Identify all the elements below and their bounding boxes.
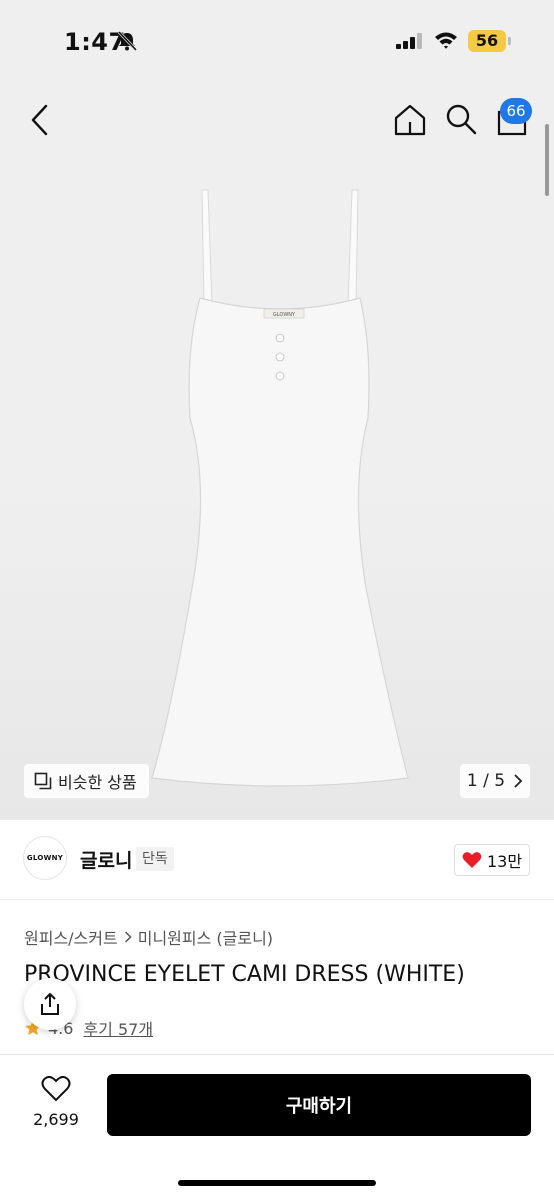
wishlist-button[interactable]: 2,699 bbox=[26, 1075, 86, 1129]
similar-products-button[interactable]: 비슷한 상품 bbox=[24, 764, 149, 798]
wifi-icon bbox=[435, 32, 457, 49]
bottom-action-bar: 2,699 구매하기 bbox=[0, 1054, 554, 1200]
heart-icon bbox=[462, 852, 482, 868]
chevron-right-icon bbox=[124, 931, 132, 943]
copy-icon bbox=[34, 772, 52, 790]
brand-logo[interactable]: GLOWNY bbox=[23, 836, 67, 880]
brand-like-button[interactable]: 13만 bbox=[454, 844, 530, 876]
breadcrumb-subcategory[interactable]: 미니원피스 (글로니) bbox=[138, 925, 273, 949]
search-icon[interactable] bbox=[444, 102, 478, 136]
buy-button[interactable]: 구매하기 bbox=[107, 1074, 531, 1136]
bell-muted-icon bbox=[117, 30, 138, 52]
breadcrumb-category[interactable]: 원피스/스커트 bbox=[24, 925, 118, 949]
share-icon bbox=[41, 993, 59, 1015]
garment-label: GLOWNY bbox=[273, 312, 296, 318]
brand-name[interactable]: 글로니 bbox=[80, 846, 132, 873]
home-indicator bbox=[178, 1180, 376, 1186]
brand-row[interactable]: GLOWNY 글로니 단독 13만 bbox=[0, 820, 554, 900]
scrollbar[interactable] bbox=[545, 124, 549, 196]
status-bar: 1:47 56 bbox=[0, 0, 554, 80]
image-page-text: 1 / 5 bbox=[466, 771, 506, 791]
brand-like-count: 13만 bbox=[486, 852, 523, 871]
home-icon[interactable] bbox=[392, 102, 428, 138]
brand-logo-text: GLOWNY bbox=[26, 854, 64, 862]
back-arrow-icon[interactable] bbox=[24, 102, 56, 138]
heart-outline-icon bbox=[41, 1075, 71, 1102]
product-image[interactable]: GLOWNY bbox=[140, 188, 420, 788]
share-button[interactable] bbox=[24, 978, 76, 1030]
battery-tip bbox=[508, 37, 511, 45]
exclusive-badge: 단독 bbox=[136, 847, 174, 871]
signal-icon bbox=[396, 33, 422, 49]
breadcrumb: 원피스/스커트 미니원피스 (글로니) bbox=[24, 925, 273, 949]
battery-indicator: 56 bbox=[468, 30, 506, 52]
cart-count-badge: 66 bbox=[500, 98, 532, 124]
similar-products-label: 비슷한 상품 bbox=[58, 773, 137, 792]
image-page-indicator[interactable]: 1 / 5 bbox=[460, 764, 530, 798]
product-title: PROVINCE EYELET CAMI DRESS (WHITE) bbox=[24, 962, 465, 987]
wishlist-count: 2,699 bbox=[33, 1110, 79, 1129]
review-count-link[interactable]: 후기 57개 bbox=[83, 1016, 153, 1040]
chevron-right-icon bbox=[514, 774, 523, 788]
